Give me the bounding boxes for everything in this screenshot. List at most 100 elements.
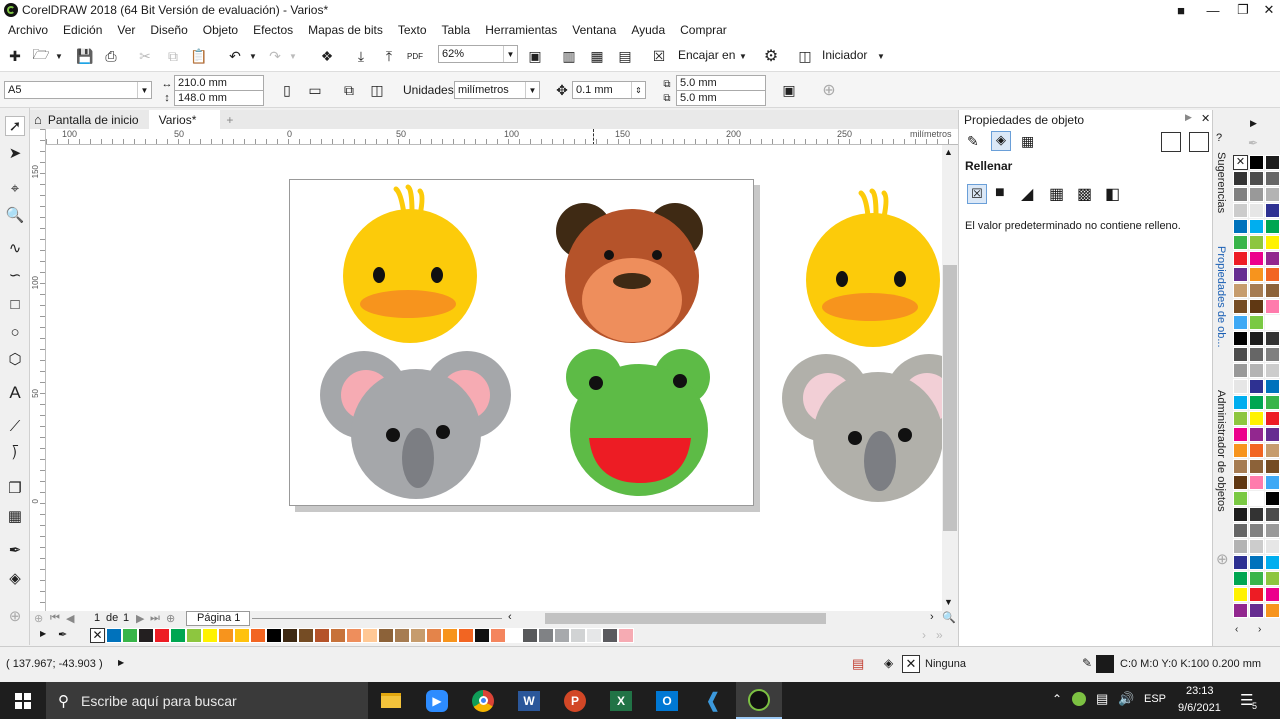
landscape-icon[interactable]: ▭ xyxy=(306,81,324,99)
duplicate-y-field[interactable]: 5.0 mm xyxy=(676,90,766,106)
prev-page-icon[interactable]: ◀ xyxy=(66,612,74,625)
palette-swatch[interactable] xyxy=(1233,203,1248,218)
palette-swatch[interactable] xyxy=(1249,443,1264,458)
duck-illustration[interactable] xyxy=(343,184,477,343)
palette-swatch[interactable] xyxy=(1249,379,1264,394)
palette-swatch[interactable] xyxy=(1265,555,1280,570)
ellipse-tool-icon[interactable]: ○ xyxy=(5,322,25,342)
rectangle-tool-icon[interactable]: □ xyxy=(5,294,25,314)
texture-fill-icon[interactable]: ◧ xyxy=(1105,184,1120,204)
current-page-number[interactable]: 1 xyxy=(94,612,100,624)
palette-swatch[interactable] xyxy=(1265,267,1280,282)
tab-propiedades[interactable]: Propiedades de ob... xyxy=(1215,246,1227,348)
text-tool-icon[interactable]: A xyxy=(5,383,25,403)
menu-diseno[interactable]: Diseño xyxy=(142,23,194,37)
doc-palette-swatch[interactable] xyxy=(186,628,202,643)
tab-sugerencias[interactable]: Sugerencias xyxy=(1215,152,1227,213)
zoom-app-icon[interactable]: ▶ xyxy=(414,682,460,719)
palette-swatch[interactable] xyxy=(1233,571,1248,586)
parallel-dimension-icon[interactable]: ⟋ xyxy=(5,416,25,436)
bitmap-pattern-icon[interactable]: ▩ xyxy=(1077,184,1092,204)
palette-swatch[interactable] xyxy=(1249,459,1264,474)
palette-swatch[interactable] xyxy=(1265,283,1280,298)
tray-app-icon[interactable] xyxy=(1072,692,1086,706)
palette-swatch[interactable] xyxy=(1265,379,1280,394)
palette-swatch[interactable] xyxy=(1233,235,1248,250)
search-content-icon[interactable]: ❖ xyxy=(318,47,336,65)
zoom-level-select[interactable]: 62% ▼ xyxy=(438,45,518,63)
palette-swatch[interactable] xyxy=(1265,475,1280,490)
doc-palette-swatch[interactable] xyxy=(474,628,490,643)
palette-swatch[interactable] xyxy=(1265,539,1280,554)
color-proof-icon[interactable]: ▤ xyxy=(852,656,864,672)
all-pages-icon[interactable]: ⧉ xyxy=(340,81,358,99)
palette-swatch[interactable] xyxy=(1233,507,1248,522)
file-explorer-icon[interactable] xyxy=(368,682,414,719)
doc-palette-swatch[interactable] xyxy=(346,628,362,643)
doc-palette-swatch[interactable] xyxy=(234,628,250,643)
network-icon[interactable]: ▤ xyxy=(1096,691,1108,707)
palette-swatch[interactable] xyxy=(1249,219,1264,234)
tab-document[interactable]: Varios* xyxy=(148,110,221,129)
undo-icon[interactable]: ↶ xyxy=(226,47,244,65)
freehand-tool-icon[interactable]: ∿ xyxy=(5,238,25,258)
units-select[interactable]: milímetros ▼ xyxy=(454,81,540,99)
doc-palette-swatch[interactable] xyxy=(538,628,554,643)
palette-swatch[interactable] xyxy=(1265,571,1280,586)
palette-swatch[interactable] xyxy=(1233,411,1248,426)
palette-swatch[interactable] xyxy=(1265,603,1280,618)
palette-swatch[interactable] xyxy=(1265,395,1280,410)
zoom-tool-icon[interactable]: 🔍 xyxy=(5,205,25,225)
palette-swatch[interactable] xyxy=(1233,187,1248,202)
koala-illustration-copy[interactable] xyxy=(782,354,942,502)
palette-swatch[interactable] xyxy=(1249,155,1264,170)
powerpoint-icon[interactable]: P xyxy=(552,682,598,719)
palette-swatch[interactable] xyxy=(1265,523,1280,538)
full-screen-icon[interactable]: ▣ xyxy=(526,47,544,65)
zoom-one-shot-icon[interactable]: 🔍 xyxy=(942,611,956,624)
palette-swatch[interactable] xyxy=(1249,251,1264,266)
add-docker-icon[interactable]: ⊕ xyxy=(1216,550,1229,568)
palette-swatch[interactable] xyxy=(1249,363,1264,378)
menu-edicion[interactable]: Edición xyxy=(55,23,109,37)
palette-swatch[interactable] xyxy=(1249,395,1264,410)
palette-swatch[interactable] xyxy=(1265,443,1280,458)
horizontal-ruler[interactable]: 100 50 0 50 100 150 200 250 milímetros xyxy=(46,129,958,145)
nudge-distance-field[interactable]: 0.1 mm ⇕ xyxy=(572,81,646,99)
add-tool-icon[interactable]: ⊕ xyxy=(5,606,25,626)
palette-swatch[interactable] xyxy=(1233,219,1248,234)
no-fill-icon[interactable]: ☒ xyxy=(967,184,987,204)
doc-palette-swatch[interactable] xyxy=(554,628,570,643)
doc-palette-swatch[interactable] xyxy=(602,628,618,643)
frame-alt-icon[interactable] xyxy=(1189,132,1209,152)
palette-swatch[interactable] xyxy=(1249,507,1264,522)
connector-tool-icon[interactable]: ⟌ xyxy=(5,444,25,464)
palette-swatch[interactable] xyxy=(1233,363,1248,378)
portrait-icon[interactable]: ▯ xyxy=(278,81,296,99)
interactive-fill-icon[interactable]: ◈ xyxy=(5,568,25,588)
transparency-icon[interactable]: ▦ xyxy=(1021,133,1034,150)
koala-illustration[interactable] xyxy=(320,351,511,499)
palette-swatch[interactable] xyxy=(1233,523,1248,538)
scroll-right-icon[interactable]: › xyxy=(930,611,934,623)
doc-palette-swatch[interactable] xyxy=(490,628,506,643)
chrome-icon[interactable] xyxy=(460,682,506,719)
palette-menu-icon[interactable]: ▶ xyxy=(40,629,46,638)
doc-palette-swatch[interactable] xyxy=(362,628,378,643)
artwork-layer[interactable] xyxy=(46,145,942,611)
vector-pattern-icon[interactable]: ▦ xyxy=(1049,184,1064,204)
outline-pen-icon[interactable]: ✎ xyxy=(1082,656,1092,670)
launcher-icon[interactable]: ◫ xyxy=(796,47,814,65)
redo-icon[interactable]: ↷ xyxy=(266,47,284,65)
doc-palette-swatch[interactable] xyxy=(298,628,314,643)
palette-swatch[interactable] xyxy=(1233,283,1248,298)
palette-swatch[interactable] xyxy=(1265,427,1280,442)
copy-icon[interactable]: ⧉ xyxy=(164,47,182,65)
doc-palette-swatch[interactable] xyxy=(170,628,186,643)
launcher-label[interactable]: Iniciador xyxy=(822,48,867,62)
chevron-down-icon[interactable]: ▼ xyxy=(503,46,517,62)
palette-swatch[interactable] xyxy=(1265,155,1280,170)
menu-ayuda[interactable]: Ayuda xyxy=(623,23,672,37)
show-grid-icon[interactable]: ▦ xyxy=(588,47,606,65)
transparency-icon[interactable]: ▦ xyxy=(5,506,25,526)
